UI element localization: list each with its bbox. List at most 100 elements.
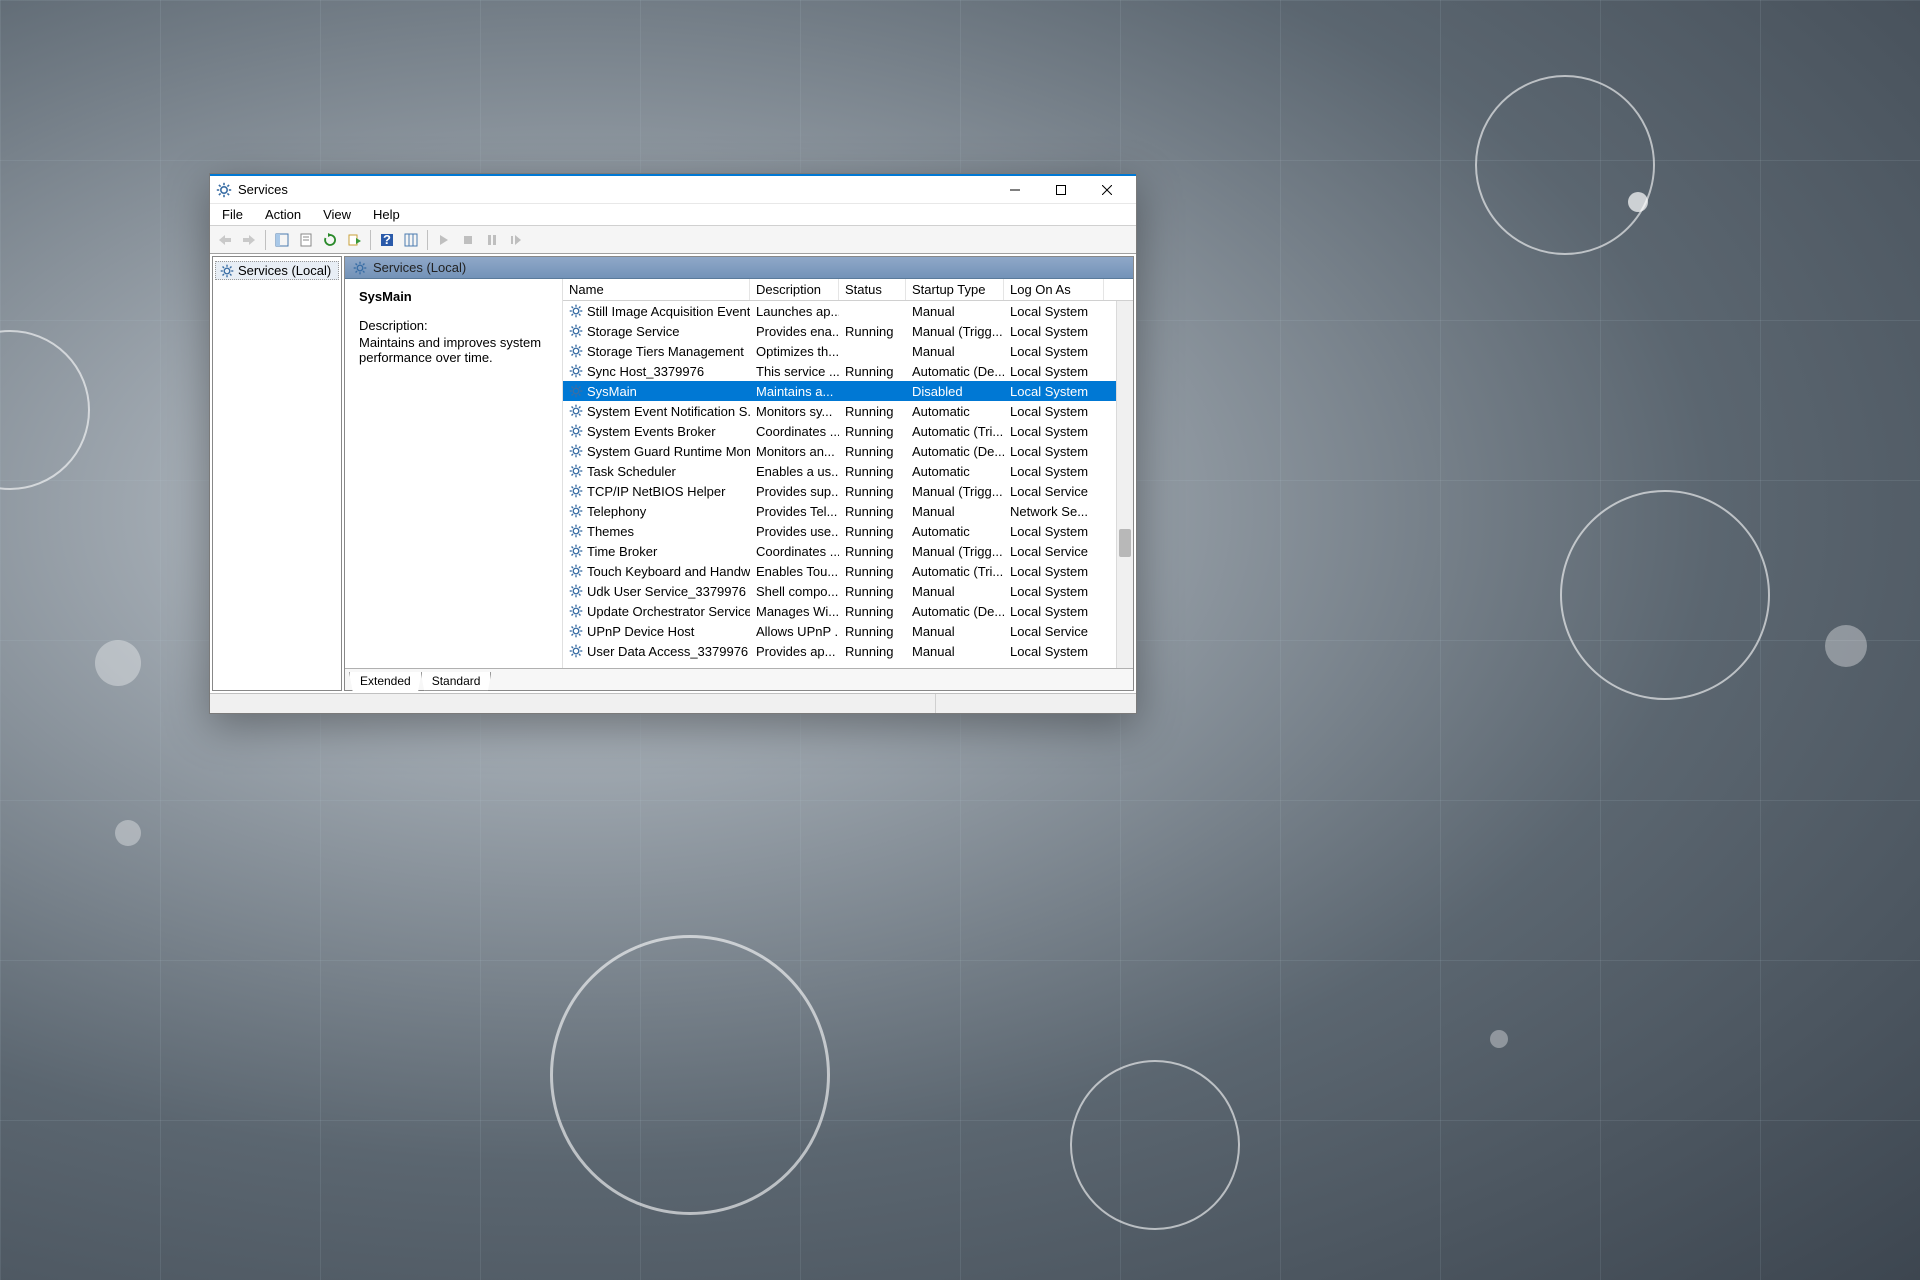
cell: Local System [1004, 424, 1104, 439]
cell: Update Orchestrator Service [563, 604, 750, 619]
close-button[interactable] [1084, 175, 1130, 205]
scroll-thumb[interactable] [1119, 529, 1131, 557]
refresh-button[interactable] [319, 229, 341, 251]
col-name[interactable]: Name [563, 279, 750, 300]
menu-view[interactable]: View [319, 205, 355, 224]
table-row[interactable]: SysMainMaintains a...DisabledLocal Syste… [563, 381, 1133, 401]
cell: Local System [1004, 644, 1104, 659]
column-headers: Name Description Status Startup Type Log… [563, 279, 1133, 301]
cell: Touch Keyboard and Handw... [563, 564, 750, 579]
cell: System Guard Runtime Mon... [563, 444, 750, 459]
table-row[interactable]: Sync Host_3379976This service ...Running… [563, 361, 1133, 381]
table-row[interactable]: System Events BrokerCoordinates ...Runni… [563, 421, 1133, 441]
col-startup-type[interactable]: Startup Type [906, 279, 1004, 300]
cell: Running [839, 424, 906, 439]
cell: System Events Broker [563, 424, 750, 439]
start-service-button[interactable] [433, 229, 455, 251]
cell: Local Service [1004, 484, 1104, 499]
bg-dot [1628, 192, 1648, 212]
cell: Local System [1004, 584, 1104, 599]
table-row[interactable]: ThemesProvides use...RunningAutomaticLoc… [563, 521, 1133, 541]
bg-dot [95, 640, 141, 686]
bg-dot [1490, 1030, 1508, 1048]
list-rows[interactable]: Still Image Acquisition EventsLaunches a… [563, 301, 1133, 668]
cell: Automatic [906, 404, 1004, 419]
table-row[interactable]: Update Orchestrator ServiceManages Wi...… [563, 601, 1133, 621]
back-button[interactable] [214, 229, 236, 251]
restart-service-button[interactable] [505, 229, 527, 251]
gear-icon [569, 544, 583, 558]
gear-icon [569, 444, 583, 458]
window-title: Services [238, 182, 288, 197]
menu-action[interactable]: Action [261, 205, 305, 224]
cell: Maintains a... [750, 384, 839, 399]
table-row[interactable]: Time BrokerCoordinates ...RunningManual … [563, 541, 1133, 561]
titlebar[interactable]: Services [210, 174, 1136, 204]
table-row[interactable]: TCP/IP NetBIOS HelperProvides sup...Runn… [563, 481, 1133, 501]
table-row[interactable]: Touch Keyboard and Handw...Enables Tou..… [563, 561, 1133, 581]
col-status[interactable]: Status [839, 279, 906, 300]
properties-button[interactable] [295, 229, 317, 251]
table-row[interactable]: System Event Notification S...Monitors s… [563, 401, 1133, 421]
cell: Telephony [563, 504, 750, 519]
cell: Allows UPnP ... [750, 624, 839, 639]
table-row[interactable]: Task SchedulerEnables a us...RunningAuto… [563, 461, 1133, 481]
bg-dot [1825, 625, 1867, 667]
col-description[interactable]: Description [750, 279, 839, 300]
cell: Running [839, 524, 906, 539]
pause-service-button[interactable] [481, 229, 503, 251]
cell: Provides sup... [750, 484, 839, 499]
table-row[interactable]: Udk User Service_3379976Shell compo...Ru… [563, 581, 1133, 601]
cell: Local Service [1004, 544, 1104, 559]
table-row[interactable]: Still Image Acquisition EventsLaunches a… [563, 301, 1133, 321]
table-row[interactable]: User Data Access_3379976Provides ap...Ru… [563, 641, 1133, 661]
maximize-button[interactable] [1038, 175, 1084, 205]
menu-file[interactable]: File [218, 205, 247, 224]
col-log-on-as[interactable]: Log On As [1004, 279, 1104, 300]
selected-service-name: SysMain [359, 289, 548, 304]
table-row[interactable]: Storage ServiceProvides ena...RunningMan… [563, 321, 1133, 341]
cell: Provides Tel... [750, 504, 839, 519]
table-row[interactable]: UPnP Device HostAllows UPnP ...RunningMa… [563, 621, 1133, 641]
gear-icon [569, 644, 583, 658]
tab-standard[interactable]: Standard [421, 672, 492, 691]
table-row[interactable]: System Guard Runtime Mon...Monitors an..… [563, 441, 1133, 461]
gear-icon [569, 624, 583, 638]
cell: Manual (Trigg... [906, 484, 1004, 499]
cell: Automatic [906, 524, 1004, 539]
cell: Optimizes th... [750, 344, 839, 359]
bg-circle [1475, 75, 1655, 255]
cell: Running [839, 644, 906, 659]
view-columns-button[interactable] [400, 229, 422, 251]
main-header: Services (Local) [345, 257, 1133, 279]
cell: Automatic [906, 464, 1004, 479]
help-button[interactable]: ? [376, 229, 398, 251]
cell: Monitors sy... [750, 404, 839, 419]
cell: Storage Tiers Management [563, 344, 750, 359]
tree-root-services-local[interactable]: Services (Local) [215, 261, 339, 280]
gear-icon [569, 524, 583, 538]
scrollbar[interactable] [1116, 301, 1133, 668]
cell: Local System [1004, 384, 1104, 399]
cell: Running [839, 444, 906, 459]
show-hide-tree-button[interactable] [271, 229, 293, 251]
menu-help[interactable]: Help [369, 205, 404, 224]
export-button[interactable] [343, 229, 365, 251]
cell: Running [839, 464, 906, 479]
forward-button[interactable] [238, 229, 260, 251]
table-row[interactable]: TelephonyProvides Tel...RunningManualNet… [563, 501, 1133, 521]
table-row[interactable]: Storage Tiers ManagementOptimizes th... M… [563, 341, 1133, 361]
app-gear-icon [216, 182, 232, 198]
minimize-button[interactable] [992, 175, 1038, 205]
tab-extended[interactable]: Extended [349, 672, 422, 691]
cell: Running [839, 504, 906, 519]
cell: Disabled [906, 384, 1004, 399]
gear-icon [569, 344, 583, 358]
tree-pane[interactable]: Services (Local) [212, 256, 342, 691]
description-text: Maintains and improves system performanc… [359, 335, 548, 365]
cell: Storage Service [563, 324, 750, 339]
main-header-title: Services (Local) [373, 260, 466, 275]
stop-service-button[interactable] [457, 229, 479, 251]
cell: Manual [906, 344, 1004, 359]
services-window: Services File Action View Help ? Service [209, 173, 1137, 714]
